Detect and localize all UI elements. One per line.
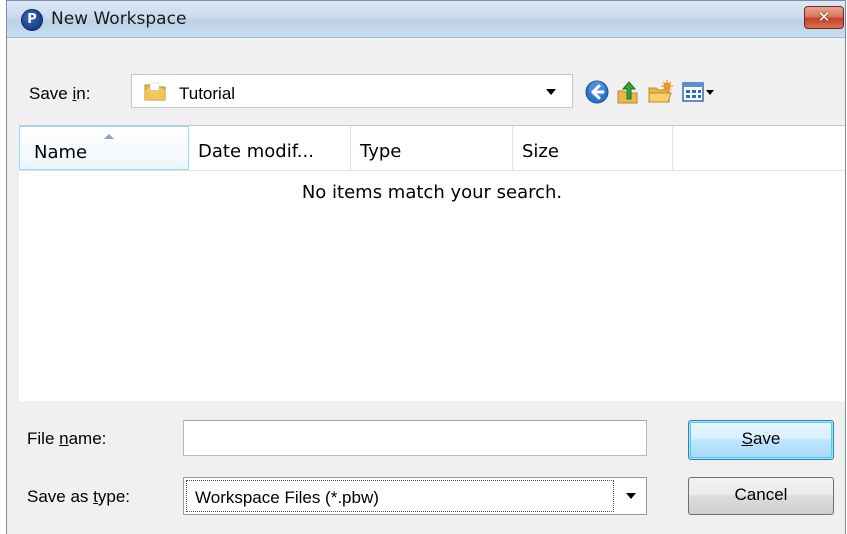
- save-button[interactable]: Save: [688, 420, 834, 460]
- save-as-type-label: Save as type:: [27, 487, 130, 507]
- new-folder-icon[interactable]: [647, 79, 673, 105]
- view-menu-icon[interactable]: [681, 79, 721, 105]
- file-list[interactable]: Name Date modif... Type Size No items ma…: [19, 125, 845, 401]
- folder-icon: [144, 82, 166, 101]
- close-icon: ✕: [817, 8, 831, 26]
- column-header-size[interactable]: Size: [513, 126, 673, 170]
- file-name-label-accel: n: [59, 429, 69, 448]
- save-as-type-focus-box: Workspace Files (*.pbw): [186, 480, 614, 512]
- chevron-down-icon[interactable]: [626, 493, 636, 499]
- save-in-label-prefix: Save: [29, 84, 73, 103]
- column-header-date-modified[interactable]: Date modif...: [189, 126, 351, 170]
- title-bar[interactable]: P New Workspace ✕: [7, 1, 845, 38]
- save-as-type-label-prefix: Save as: [27, 487, 94, 506]
- column-header-label: Size: [522, 141, 559, 162]
- save-button-accel: S: [741, 429, 753, 448]
- back-icon[interactable]: [584, 79, 610, 105]
- cancel-button-label: Cancel: [734, 485, 788, 504]
- file-list-header: Name Date modif... Type Size: [19, 126, 845, 171]
- file-name-input[interactable]: [183, 420, 647, 456]
- chevron-down-icon[interactable]: [546, 89, 556, 95]
- close-button[interactable]: ✕: [804, 6, 844, 29]
- file-name-label-suffix: ame:: [68, 429, 107, 448]
- column-header-name[interactable]: Name: [19, 126, 189, 170]
- save-as-type-label-suffix: ype:: [97, 487, 131, 506]
- file-name-label-prefix: File: [27, 429, 60, 448]
- column-header-label: Name: [34, 142, 88, 163]
- sort-ascending-icon: [104, 134, 114, 139]
- up-folder-icon[interactable]: [615, 79, 641, 105]
- empty-list-message: No items match your search.: [301, 182, 563, 203]
- column-header-filler: [673, 126, 845, 170]
- column-header-label: Type: [360, 141, 402, 162]
- save-in-label: Save in:: [29, 84, 90, 104]
- save-in-value: Tutorial: [179, 84, 236, 103]
- app-logo-icon: P: [21, 9, 43, 31]
- save-as-type-select[interactable]: Workspace Files (*.pbw): [183, 477, 647, 515]
- column-header-type[interactable]: Type: [351, 126, 513, 170]
- window-title: New Workspace: [51, 9, 187, 29]
- column-header-label: Date modif...: [198, 141, 314, 162]
- save-button-label: ave: [752, 429, 781, 448]
- cancel-button[interactable]: Cancel: [688, 477, 834, 515]
- save-as-type-value: Workspace Files (*.pbw): [195, 488, 379, 507]
- file-name-label: File name:: [27, 429, 106, 449]
- new-workspace-dialog: P New Workspace ✕ Save in: Tutorial Name…: [6, 0, 846, 534]
- save-in-label-suffix: n:: [76, 84, 91, 103]
